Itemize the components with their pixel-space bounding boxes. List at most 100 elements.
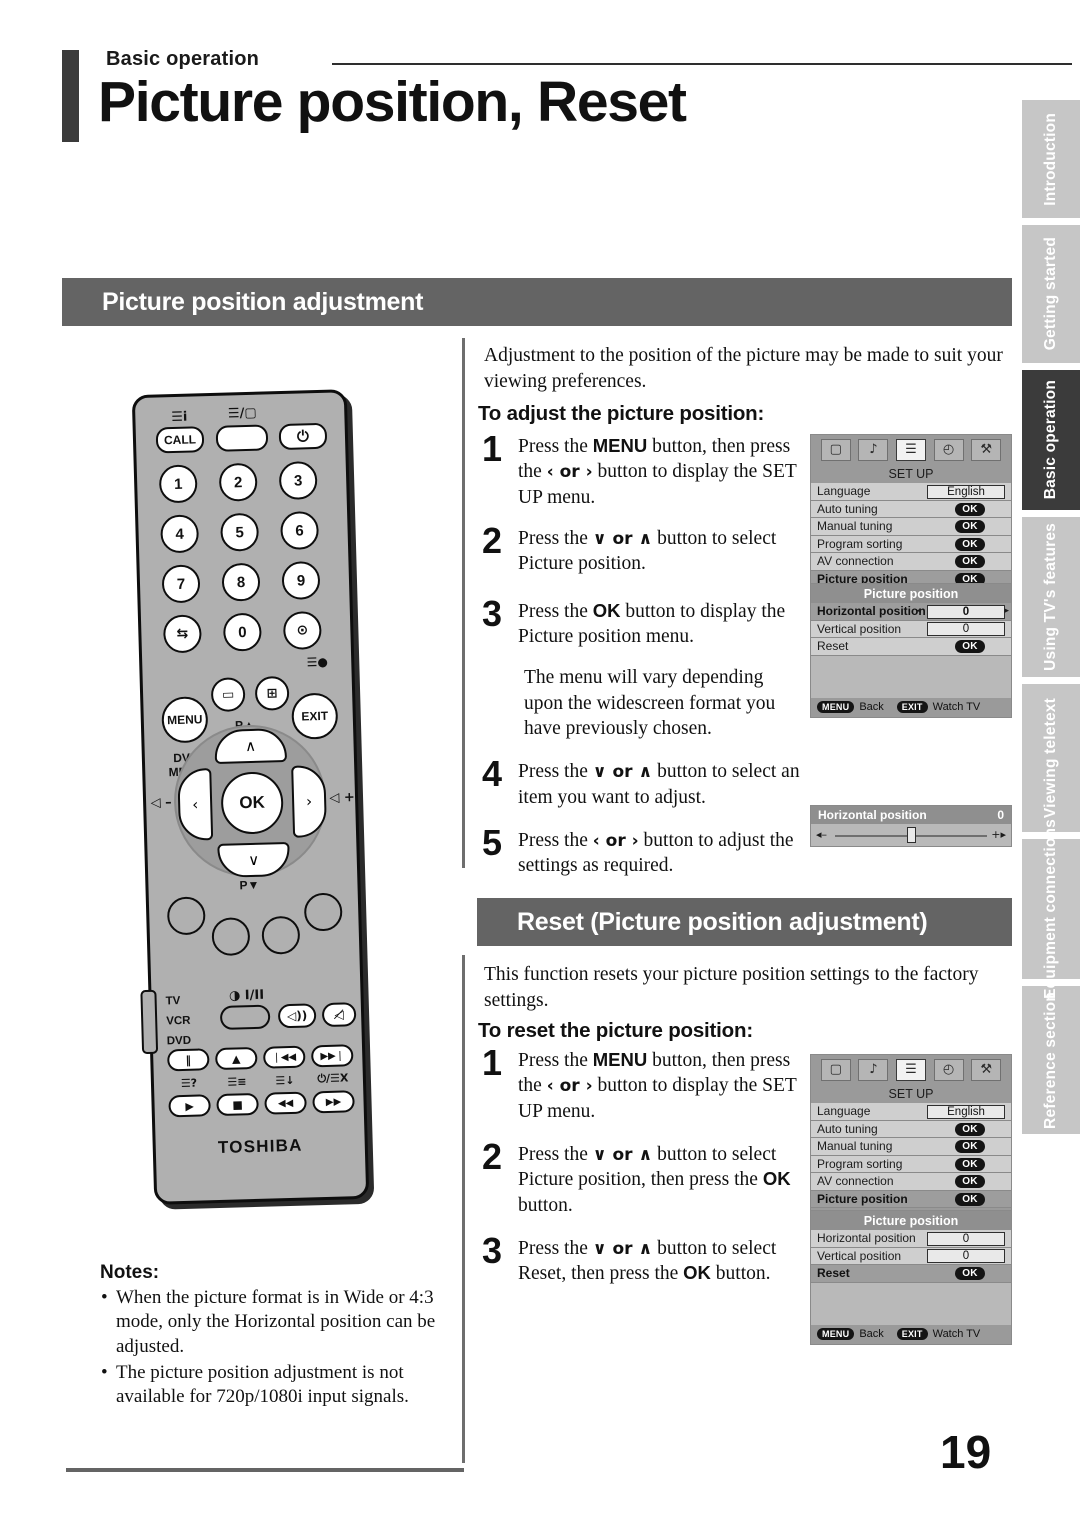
osd-row-picture-position[interactable]: Picture position OK [811,1190,1011,1208]
right-arrow-icon[interactable]: ▸ [1004,606,1009,616]
format-button[interactable]: ⊞ [254,675,290,711]
row-value: 0 [927,1231,1005,1246]
number-button-1[interactable]: 1 [158,464,198,504]
arrow-glyphs: ‹ or › [546,462,593,483]
eject-button[interactable]: ▲ [214,1046,258,1071]
number-button-5[interactable]: 5 [220,512,260,552]
input-select-button[interactable]: ⊙ [282,610,322,651]
osd-row-reset[interactable]: Reset OK [811,638,1011,656]
blank-button-center-right[interactable] [261,915,301,955]
osd-row-auto-tuning[interactable]: Auto tuning OK [811,1120,1011,1138]
number-button-3[interactable]: 3 [278,461,318,501]
rewind-button[interactable]: ◀◀ [264,1091,307,1115]
increase-icon[interactable]: +▸ [991,828,1006,841]
exit-key-badge[interactable]: EXIT [896,1328,928,1340]
manual-page: Basic operation Picture position, Reset … [0,0,1080,1527]
steps-reset-list: 1 Press the MENU button, then press the … [476,1044,806,1301]
osd-row-reset[interactable]: Reset OK [811,1265,1011,1283]
blank-button-left[interactable] [166,896,206,936]
slider-knob[interactable] [907,827,916,843]
call-button[interactable]: CALL [155,426,205,454]
power-button[interactable]: ⏻ [278,422,328,451]
arrow-glyphs: ∨ or ∧ [592,762,653,783]
decrease-icon[interactable]: ◂– [816,828,827,841]
install-icon[interactable]: ⚒ [971,1058,1002,1081]
slider-value: 0 [997,808,1004,822]
menu-key-badge[interactable]: MENU [817,701,855,713]
sidebar-tab-viewing-teletext[interactable]: Viewing teletext [1022,684,1080,832]
osd-row-program-sorting[interactable]: Program sorting OK [811,1155,1011,1173]
menu-key-badge[interactable]: MENU [817,1328,855,1340]
nav-up-button[interactable]: ∧ [214,727,288,764]
left-arrow-icon[interactable]: ◂ [916,606,921,616]
number-button-6[interactable]: 6 [280,511,320,551]
previous-track-button[interactable]: ❘◀◀ [262,1045,306,1069]
play-button[interactable]: ▶ [168,1094,211,1118]
exit-key-badge[interactable]: EXIT [896,701,928,713]
section-label: Reset (Picture position adjustment) [517,907,928,936]
osd-row-vertical-position[interactable]: Vertical position 0 [811,620,1011,638]
widescreen-button[interactable]: ▭ [210,677,246,713]
ok-button[interactable]: OK [220,771,285,835]
osd-row-horizontal-position[interactable]: Horizontal position 0 [811,1230,1011,1248]
exit-button[interactable]: EXIT [291,692,339,740]
stop-button[interactable]: ■ [216,1092,259,1117]
fast-forward-button[interactable]: ▶▶ [312,1090,355,1114]
mute-button[interactable]: ◁̸ [321,1002,357,1028]
menu-button[interactable]: MENU [161,696,209,744]
blank-button-right[interactable] [303,892,343,932]
sidebar-tab-equipment-connections[interactable]: Equipment connections [1022,819,1080,999]
sound-mode-button[interactable]: ◁)) [277,1003,317,1029]
navigation-ring: ∧ ∨ ‹ › OK [172,722,329,880]
source-mode-labels: TV VCR DVD [165,991,192,1052]
sidebar-tab-introduction[interactable]: Introduction [1022,100,1080,218]
next-track-button[interactable]: ▶▶❘ [310,1044,354,1068]
sound-icon[interactable]: ♪ [858,1058,889,1081]
install-icon[interactable]: ⚒ [971,438,1002,461]
osd-row-auto-tuning[interactable]: Auto tuning OK [811,500,1011,518]
teletext-cancel-icon: ⏻/☰X [317,1071,349,1086]
osd-row-language[interactable]: Language English [811,483,1011,501]
osd-footer: MENU Back EXIT Watch TV [811,697,1011,717]
osd-row-horizontal-position[interactable]: Horizontal position ◂ 0 ▸ [811,603,1011,621]
source-mode-switch[interactable] [140,989,159,1055]
number-button-4[interactable]: 4 [160,514,200,554]
osd-row-av-connection[interactable]: AV connection OK [811,1173,1011,1191]
nav-right-button[interactable]: › [291,764,328,838]
sidebar-tab-getting-started[interactable]: Getting started [1022,225,1080,363]
note-item: The picture position adjustment is not a… [100,1361,450,1410]
osd-row-av-connection[interactable]: AV connection OK [811,553,1011,571]
setup-icon[interactable]: ☰ [895,1058,926,1081]
note-item: When the picture format is in Wide or 4:… [100,1286,450,1359]
number-button-7[interactable]: 7 [161,564,201,604]
number-button-8[interactable]: 8 [221,562,261,602]
osd-row-manual-tuning[interactable]: Manual tuning OK [811,518,1011,536]
sidebar-tab-basic-operation[interactable]: Basic operation [1022,370,1080,510]
slider-track[interactable]: ◂– +▸ [811,824,1011,846]
picture-icon[interactable]: ▢ [820,1058,851,1081]
program-down-label: P▼ [239,877,260,893]
osd-row-program-sorting[interactable]: Program sorting OK [811,535,1011,553]
setup-icon[interactable]: ☰ [895,438,926,461]
sidebar-tab-using-tv-features[interactable]: Using TV's features [1022,517,1080,677]
stereo-button[interactable] [219,1004,271,1030]
text-button[interactable] [215,424,269,452]
number-button-9[interactable]: 9 [281,560,321,601]
osd-row-language[interactable]: Language English [811,1103,1011,1121]
osd-row-manual-tuning[interactable]: Manual tuning OK [811,1138,1011,1156]
picture-icon[interactable]: ▢ [820,438,851,461]
timer-icon[interactable]: ◴ [933,438,964,461]
channel-swap-button[interactable]: ⇆ [162,614,202,654]
sidebar-tab-reference-section[interactable]: Reference section [1022,986,1080,1134]
number-button-2[interactable]: 2 [218,462,258,502]
osd-row-vertical-position[interactable]: Vertical position 0 [811,1247,1011,1265]
nav-left-button[interactable]: ‹ [177,768,214,842]
number-button-0[interactable]: 0 [222,612,262,652]
step-note: The menu will vary depending upon the wi… [524,667,776,740]
blank-button-center-left[interactable] [211,917,251,957]
timer-icon[interactable]: ◴ [933,1058,964,1081]
pause-button[interactable]: ‖ [167,1048,210,1072]
nav-down-button[interactable]: ∨ [217,841,291,878]
footer-action-watch: Watch TV [932,701,981,713]
sound-icon[interactable]: ♪ [858,438,889,461]
